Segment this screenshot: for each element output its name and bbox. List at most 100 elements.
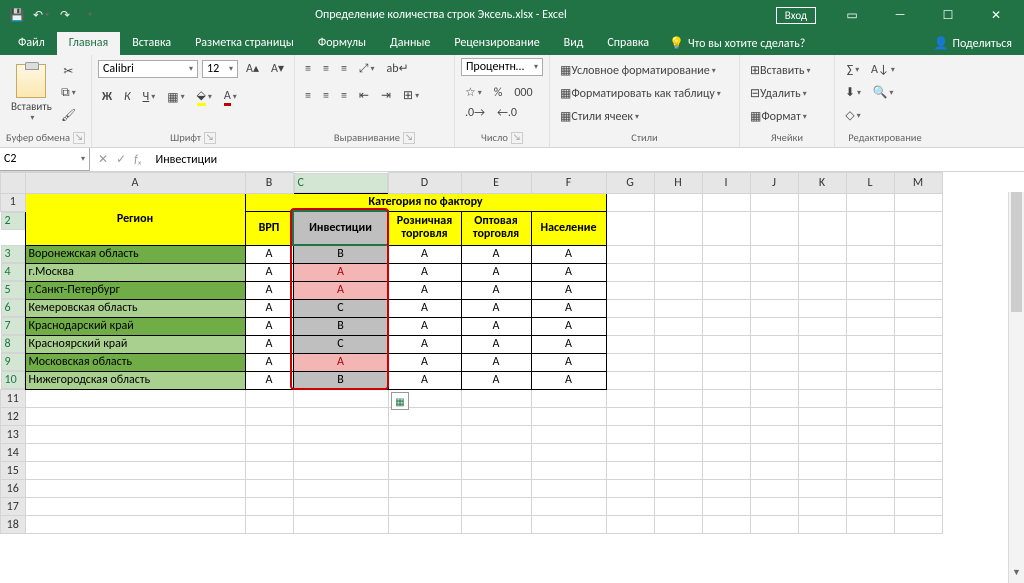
cell-I5[interactable]: [702, 281, 750, 299]
formula-bar[interactable]: [150, 148, 1024, 171]
orientation-icon[interactable]: ⤢▾: [355, 59, 379, 79]
cell-B9[interactable]: A: [245, 353, 293, 371]
insert-cells-button[interactable]: ⊞ Вставить▾: [746, 60, 828, 81]
cell-G9[interactable]: [606, 353, 654, 371]
cell-I6[interactable]: [702, 299, 750, 317]
cell-D14[interactable]: [388, 444, 461, 462]
cell-M2[interactable]: [894, 211, 942, 245]
cell-A4[interactable]: г.Москва: [25, 263, 245, 281]
cell-H16[interactable]: [654, 480, 702, 498]
cell-B1[interactable]: Категория по фактору: [245, 193, 606, 211]
cell-K10[interactable]: [798, 371, 846, 390]
cell-K15[interactable]: [798, 462, 846, 480]
cell-C18[interactable]: [293, 516, 388, 534]
clear-icon[interactable]: ◇▾: [841, 105, 865, 126]
cell-K2[interactable]: [798, 211, 846, 245]
cell-B6[interactable]: A: [245, 299, 293, 317]
enter-fx-icon[interactable]: ✓: [112, 152, 130, 167]
cell-L4[interactable]: [846, 263, 894, 281]
cell-B3[interactable]: A: [245, 245, 293, 263]
cell-K18[interactable]: [798, 516, 846, 534]
col-header-B[interactable]: B: [245, 173, 293, 194]
cell-E10[interactable]: A: [461, 371, 531, 390]
cell-C17[interactable]: [293, 498, 388, 516]
cell-K9[interactable]: [798, 353, 846, 371]
cell-L16[interactable]: [846, 480, 894, 498]
cell-E7[interactable]: A: [461, 317, 531, 335]
underline-button[interactable]: Ч▾: [139, 87, 160, 107]
cell-B17[interactable]: [245, 498, 293, 516]
cell-C8[interactable]: C: [293, 335, 388, 353]
cell-F17[interactable]: [531, 498, 606, 516]
cell-D9[interactable]: A: [388, 353, 461, 371]
redo-icon[interactable]: ↷: [56, 6, 74, 24]
cell-I7[interactable]: [702, 317, 750, 335]
cell-K16[interactable]: [798, 480, 846, 498]
decrease-decimal-icon[interactable]: ←.0: [493, 103, 521, 123]
decrease-indent-icon[interactable]: ⇤: [355, 85, 373, 106]
align-left-icon[interactable]: ≡: [301, 86, 315, 106]
cell-L8[interactable]: [846, 335, 894, 353]
minimize-icon[interactable]: —: [878, 0, 922, 30]
clipboard-dialog-icon[interactable]: ↘: [73, 132, 85, 144]
row-header-18[interactable]: 18: [1, 516, 26, 534]
cell-A11[interactable]: [25, 390, 245, 408]
cell-I13[interactable]: [702, 426, 750, 444]
cell-F5[interactable]: A: [531, 281, 606, 299]
cell-B18[interactable]: [245, 516, 293, 534]
align-dialog-icon[interactable]: ↘: [403, 132, 415, 144]
cell-D13[interactable]: [388, 426, 461, 444]
tab-insert[interactable]: Вставка: [120, 32, 183, 55]
cell-I8[interactable]: [702, 335, 750, 353]
cell-B8[interactable]: A: [245, 335, 293, 353]
cell-E18[interactable]: [461, 516, 531, 534]
cell-K6[interactable]: [798, 299, 846, 317]
cell-I11[interactable]: [702, 390, 750, 408]
col-header-D[interactable]: D: [388, 173, 461, 194]
save-icon[interactable]: 💾: [8, 6, 26, 24]
align-middle-icon[interactable]: ≡: [319, 59, 333, 79]
autosum-icon[interactable]: ∑▾: [841, 60, 865, 80]
cell-E16[interactable]: [461, 480, 531, 498]
cell-B14[interactable]: [245, 444, 293, 462]
row-header-9[interactable]: 9: [1, 353, 25, 371]
tab-view[interactable]: Вид: [552, 32, 596, 55]
cell-D7[interactable]: A: [388, 317, 461, 335]
cell-B16[interactable]: [245, 480, 293, 498]
cell-M10[interactable]: [894, 371, 942, 390]
cell-C16[interactable]: [293, 480, 388, 498]
cell-G17[interactable]: [606, 498, 654, 516]
conditional-formatting-button[interactable]: ▦ Условное форматирование▾: [556, 60, 733, 81]
cell-G11[interactable]: [606, 390, 654, 408]
cell-M7[interactable]: [894, 317, 942, 335]
cell-H1[interactable]: [654, 193, 702, 211]
cell-J17[interactable]: [750, 498, 798, 516]
cell-J2[interactable]: [750, 211, 798, 245]
cell-L10[interactable]: [846, 371, 894, 390]
cell-J6[interactable]: [750, 299, 798, 317]
cell-H15[interactable]: [654, 462, 702, 480]
fill-color-icon[interactable]: ⬙▾: [193, 85, 216, 109]
cell-J4[interactable]: [750, 263, 798, 281]
cell-J15[interactable]: [750, 462, 798, 480]
cell-L17[interactable]: [846, 498, 894, 516]
cell-M6[interactable]: [894, 299, 942, 317]
col-header-I[interactable]: I: [702, 173, 750, 194]
col-header-E[interactable]: E: [461, 173, 531, 194]
cell-I12[interactable]: [702, 408, 750, 426]
cell-M18[interactable]: [894, 516, 942, 534]
cell-K11[interactable]: [798, 390, 846, 408]
cell-L18[interactable]: [846, 516, 894, 534]
cell-F14[interactable]: [531, 444, 606, 462]
cut-icon[interactable]: ✂: [57, 61, 80, 82]
row-header-13[interactable]: 13: [1, 426, 26, 444]
cell-D15[interactable]: [388, 462, 461, 480]
scrollbar-thumb[interactable]: [1011, 192, 1022, 312]
cell-B5[interactable]: A: [245, 281, 293, 299]
col-header-C[interactable]: C: [294, 173, 388, 193]
cell-M11[interactable]: [894, 390, 942, 408]
row-header-16[interactable]: 16: [1, 480, 26, 498]
cell-A15[interactable]: [25, 462, 245, 480]
cell-L5[interactable]: [846, 281, 894, 299]
cell-H14[interactable]: [654, 444, 702, 462]
